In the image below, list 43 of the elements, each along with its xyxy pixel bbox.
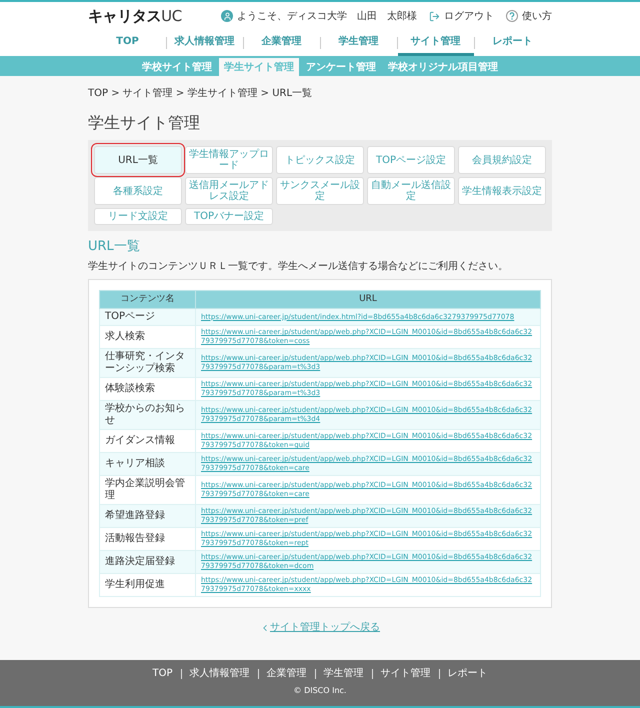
menu-button[interactable]: 送信用メールアドレス設定 xyxy=(185,177,273,205)
footer-link[interactable]: 企業管理 xyxy=(258,669,314,679)
menu-button[interactable]: トピックス設定 xyxy=(276,146,364,174)
footer-link[interactable]: レポート xyxy=(438,669,496,679)
nav-tab[interactable]: 学生管理 xyxy=(320,30,396,56)
help-link[interactable]: 使い方 xyxy=(506,8,552,24)
menu-button[interactable]: URL一覧 xyxy=(94,146,182,174)
subnav-tab[interactable]: 学校オリジナル項目管理 xyxy=(383,58,503,76)
page-title: 学生サイト管理 xyxy=(88,112,201,134)
menu-button[interactable]: 学生情報アップロード xyxy=(185,146,273,174)
nav-tab[interactable]: TOP xyxy=(90,30,166,56)
column-header: コンテンツ名 xyxy=(100,290,196,308)
menu-button[interactable]: 自動メール送信設定 xyxy=(367,177,455,205)
nav-tab[interactable]: 求人情報管理 xyxy=(166,30,242,56)
logout-icon xyxy=(429,10,440,22)
welcome-text: ようこそ、ディスコ大学 山田 太郎様 xyxy=(237,10,417,24)
breadcrumb: TOP > サイト管理 > 学生サイト管理 > URL一覧 xyxy=(88,86,314,101)
menu-button[interactable]: TOPページ設定 xyxy=(367,146,455,174)
nav-tab[interactable]: レポート xyxy=(474,30,550,56)
menu-button[interactable]: 学生情報表示設定 xyxy=(458,177,546,205)
menu-button[interactable]: 各種系設定 xyxy=(94,177,182,205)
subnav-tab[interactable]: アンケート管理 xyxy=(301,58,381,76)
menu-button[interactable]: サンクスメール設定 xyxy=(276,177,364,205)
logo[interactable]: キャリタスUC xyxy=(88,4,182,28)
column-header: URL xyxy=(196,290,540,308)
menu-button[interactable]: 会員規約設定 xyxy=(458,146,546,174)
footer-link[interactable]: 求人情報管理 xyxy=(180,669,258,679)
section-title: URL一覧 xyxy=(88,238,141,256)
menu-button[interactable]: リード文設定 xyxy=(94,208,182,225)
logout-link[interactable]: ログアウト xyxy=(429,8,494,24)
copyright: © DISCO Inc. xyxy=(294,685,346,697)
description: 学生サイトのコンテンツＵＲＬ一覧です。学生へメール送信する場合などにご利用ください。 xyxy=(88,260,509,274)
help-icon xyxy=(506,10,518,22)
user-icon xyxy=(221,10,233,22)
footer-link[interactable]: サイト管理 xyxy=(372,669,438,679)
table-cell: 学生利用促進 xyxy=(100,574,196,596)
subnav-tab[interactable]: 学生サイト管理 xyxy=(219,58,299,76)
menu-button[interactable]: TOPバナー設定 xyxy=(185,208,273,225)
nav-tab[interactable]: 企業管理 xyxy=(244,30,320,56)
subnav-tab[interactable]: 学校サイト管理 xyxy=(137,58,217,76)
footer-link[interactable]: TOP xyxy=(144,669,180,679)
footer-link[interactable]: 学生管理 xyxy=(314,669,372,679)
back-link[interactable]: サイト管理トップへ戻る xyxy=(260,620,380,635)
